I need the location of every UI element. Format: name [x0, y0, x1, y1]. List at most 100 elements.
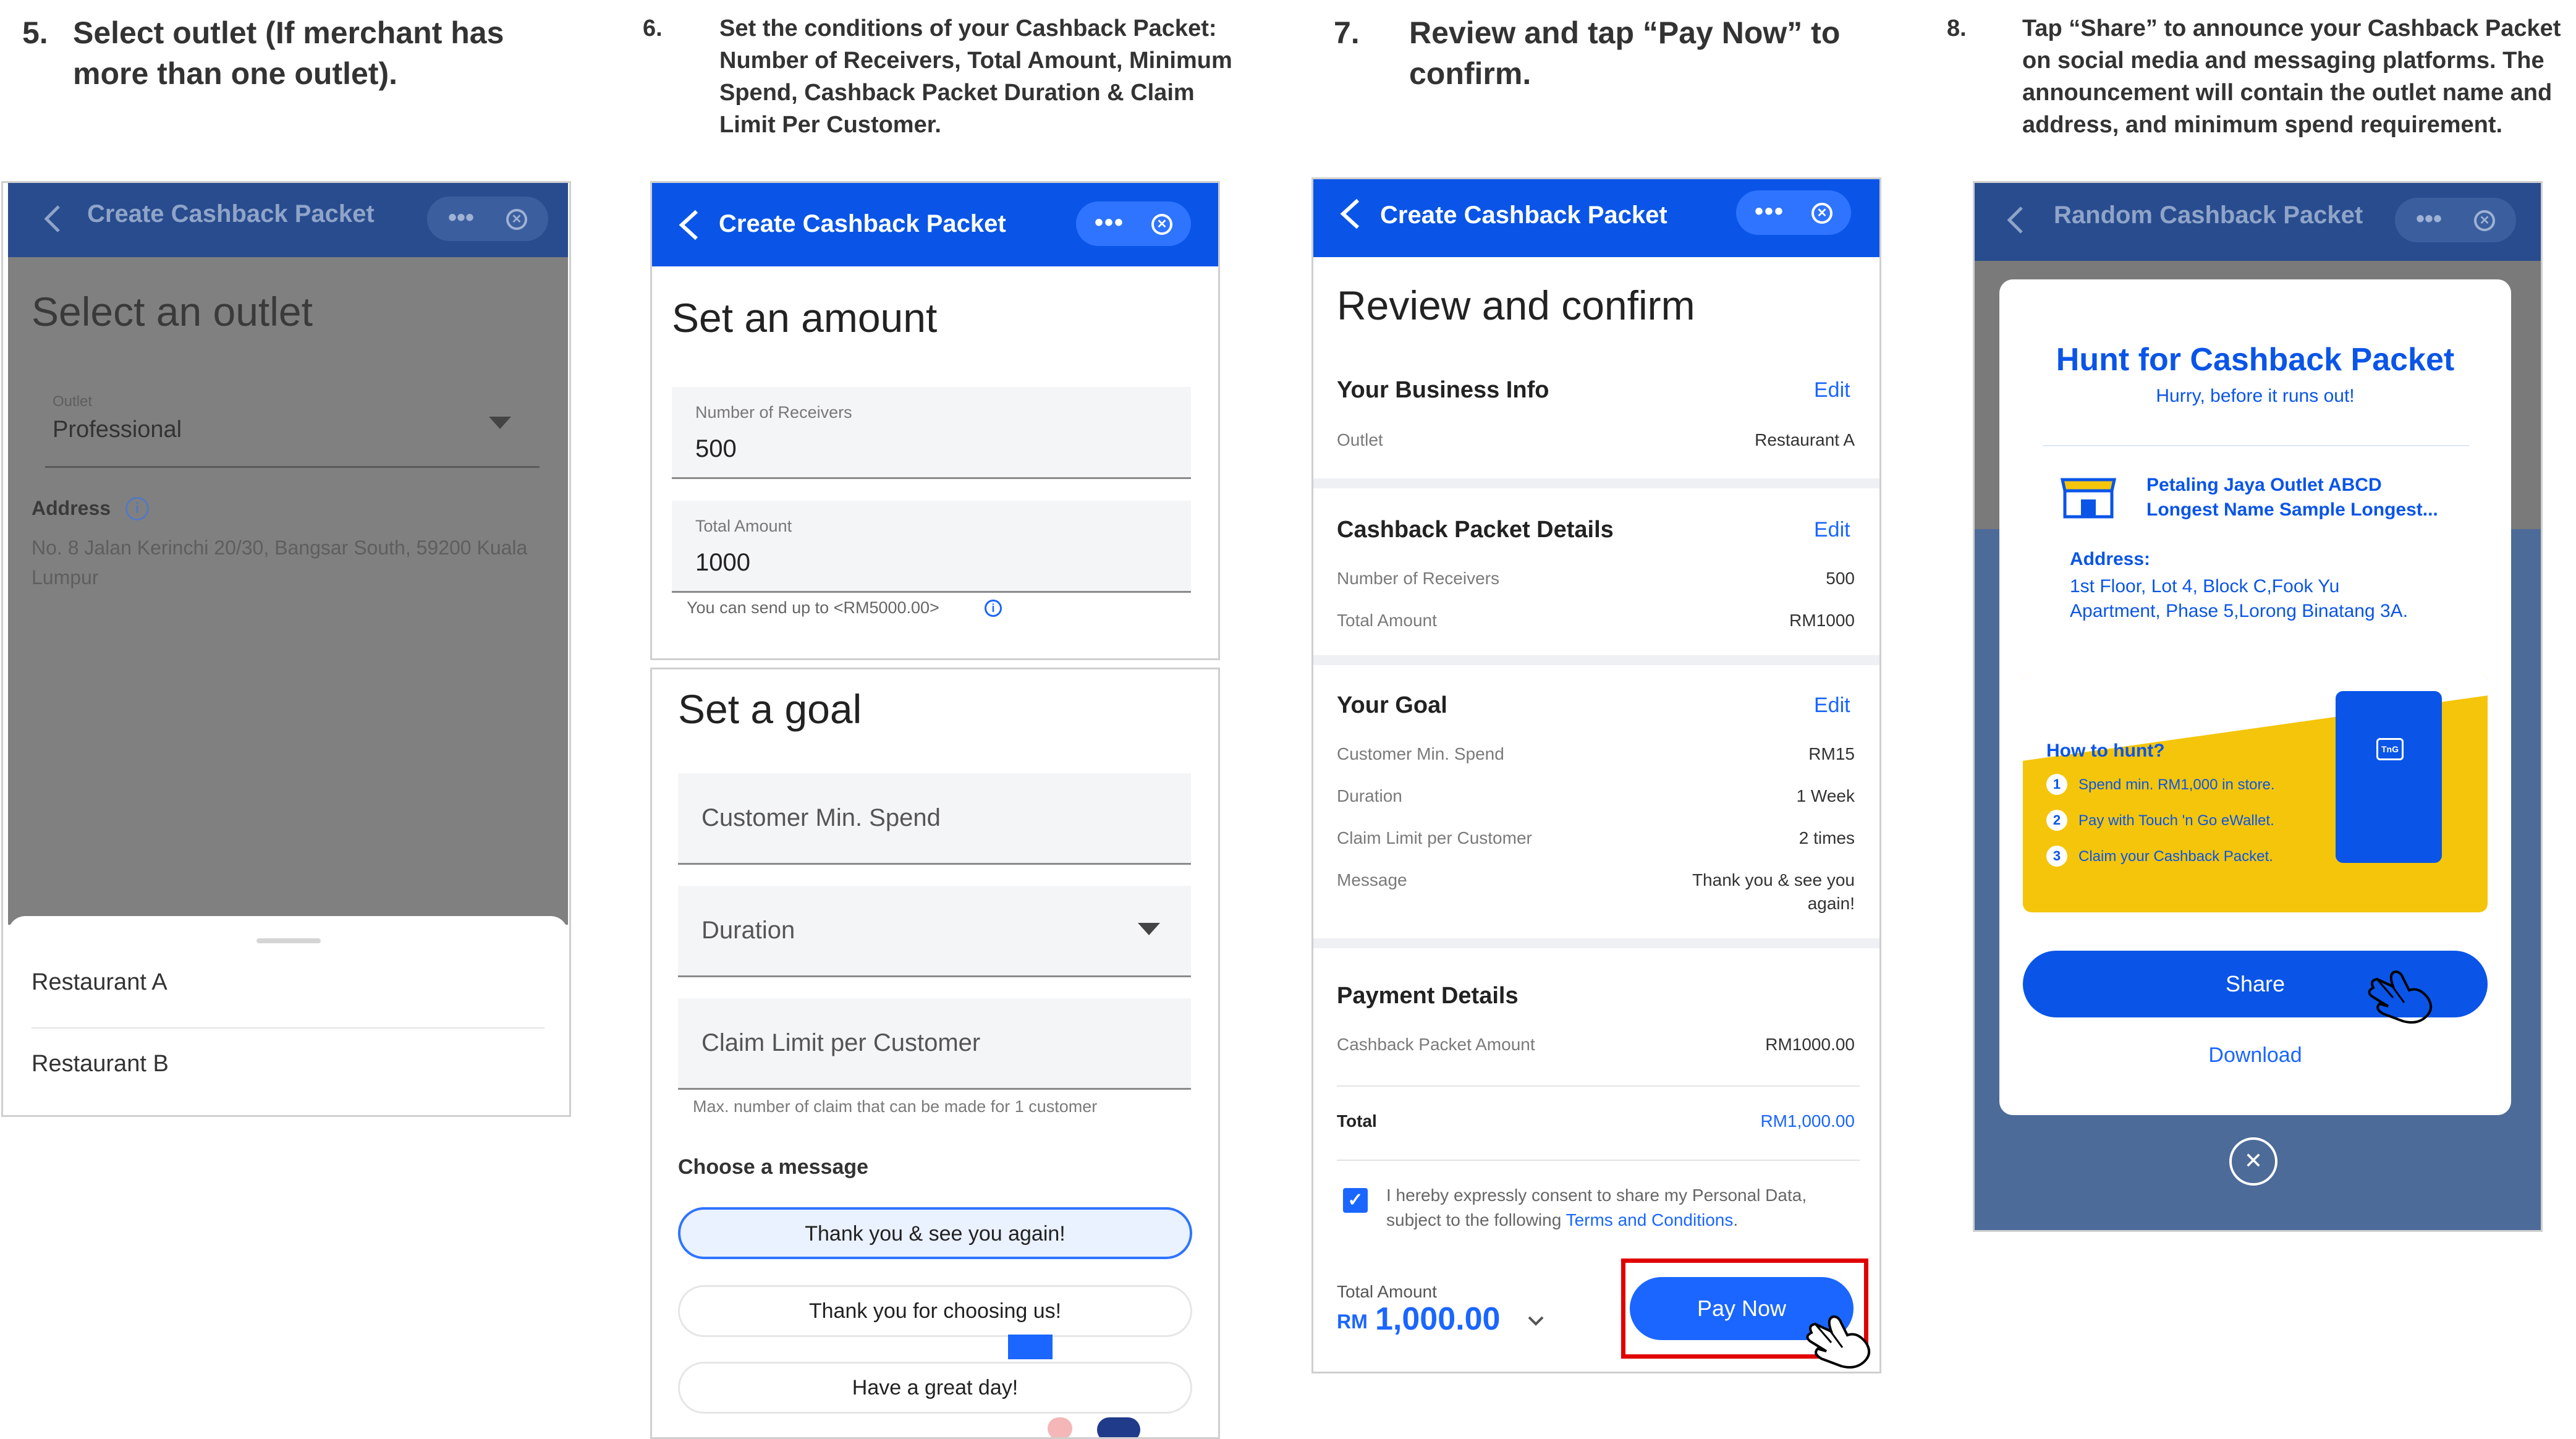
step-5-text: Select outlet (If merchant has more than… — [73, 15, 504, 91]
menu-pill[interactable]: ••• ✕ — [1736, 190, 1851, 235]
business-info-title: Your Business Info — [1337, 377, 1549, 403]
row-value: RM15 — [1808, 744, 1855, 763]
total-value[interactable]: 1000 — [695, 549, 750, 577]
row-divider — [1337, 1160, 1860, 1161]
outlet-option[interactable]: Restaurant B — [32, 1051, 169, 1077]
edit-details-link[interactable]: Edit — [1814, 518, 1850, 542]
info-icon[interactable]: i — [125, 497, 149, 520]
step-5-number: 5. — [22, 15, 48, 50]
row-value: again! — [1807, 894, 1855, 913]
screen-set-amount: Create Cashback Packet ••• ✕ Set an amou… — [650, 181, 1220, 660]
screen-share-packet: Random Cashback Packet ••• ✕ Hunt for Ca… — [1973, 181, 2543, 1232]
how-to-title: How to hunt? — [2046, 741, 2165, 761]
packet-logo: TnG — [2376, 738, 2404, 760]
row-label: Cashback Packet Amount — [1337, 1035, 1535, 1054]
address-line-1: 1st Floor, Lot 4, Block C,Fook Yu — [2070, 576, 2340, 596]
chevron-down-icon[interactable] — [1138, 923, 1160, 936]
how-to-panel: How to hunt? 1 Spend min. RM1,000 in sto… — [2023, 673, 2488, 912]
claim-limit-underline — [678, 1088, 1191, 1090]
close-icon[interactable]: ✕ — [1151, 214, 1172, 235]
message-option-selected[interactable]: Thank you & see you again! — [678, 1207, 1192, 1259]
app-bar: Create Cashback Packet ••• ✕ — [1313, 179, 1879, 257]
more-icon[interactable]: ••• — [1755, 199, 1784, 224]
row-value: RM1000.00 — [1765, 1035, 1855, 1054]
row-label: Customer Min. Spend — [1337, 744, 1504, 763]
outlet-option[interactable]: Restaurant A — [32, 969, 167, 996]
chevron-down-icon[interactable] — [489, 417, 511, 430]
message-option[interactable]: Thank you for choosing us! — [678, 1285, 1192, 1337]
consent-text: I hereby expressly consent to share my P… — [1386, 1183, 1868, 1233]
step-7-text: Review and tap “Pay Now” to confirm. — [1409, 15, 1841, 91]
outlet-name: Petaling Jaya Outlet ABCD — [2146, 475, 2382, 495]
sheet-handle[interactable] — [256, 938, 321, 943]
back-icon[interactable] — [677, 209, 700, 241]
section-title: Set a goal — [678, 686, 862, 732]
page-title: Review and confirm — [1337, 282, 1695, 328]
receivers-label: Number of Receivers — [695, 403, 852, 422]
min-spend-placeholder: Customer Min. Spend — [701, 804, 941, 831]
total-field[interactable] — [672, 501, 1191, 591]
step-6-number: 6. — [643, 15, 663, 41]
duration-underline — [678, 975, 1191, 977]
footer-amount: 1,000.00 — [1375, 1301, 1501, 1337]
edit-business-link[interactable]: Edit — [1814, 378, 1850, 402]
message-option[interactable]: Have a great day! — [678, 1362, 1192, 1414]
decorative-shape — [1008, 1335, 1053, 1359]
screen-review-confirm: Create Cashback Packet ••• ✕ Review and … — [1311, 177, 1881, 1373]
chevron-down-icon[interactable] — [1527, 1315, 1544, 1327]
decorative-shape — [1048, 1417, 1072, 1437]
section-divider — [1313, 655, 1879, 665]
close-icon[interactable]: ✕ — [1811, 203, 1832, 224]
row-value: RM1000 — [1789, 611, 1855, 630]
card-subtitle: Hurry, before it runs out! — [2156, 386, 2355, 406]
outlet-select[interactable]: Professional — [53, 417, 182, 443]
address-line-2: Apartment, Phase 5,Lorong Binatang 3A. — [2070, 601, 2409, 621]
app-bar: Create Cashback Packet ••• ✕ — [8, 183, 568, 257]
step-7-number: 7. — [1334, 15, 1360, 50]
row-label: Claim Limit per Customer — [1337, 828, 1532, 847]
row-label: Message — [1337, 870, 1407, 889]
download-link[interactable]: Download — [1999, 1043, 2511, 1068]
step-badge: 2 — [2046, 810, 2067, 831]
tap-hand-icon — [2368, 970, 2433, 1024]
how-step: Spend min. RM1,000 in store. — [2078, 776, 2275, 793]
step-badge: 3 — [2046, 846, 2067, 867]
share-modal: Hunt for Cashback Packet Hurry, before i… — [1999, 279, 2511, 1115]
more-icon[interactable]: ••• — [448, 204, 474, 232]
row-divider — [1337, 1085, 1860, 1087]
receivers-underline — [672, 477, 1191, 479]
option-divider — [32, 1027, 544, 1029]
more-icon[interactable]: ••• — [1095, 210, 1124, 235]
menu-pill[interactable]: ••• ✕ — [2395, 198, 2516, 242]
more-icon[interactable]: ••• — [2416, 205, 2442, 233]
terms-link[interactable]: Terms and Conditions — [1566, 1210, 1734, 1229]
footer-total-label: Total Amount — [1337, 1282, 1437, 1301]
menu-pill[interactable]: ••• ✕ — [1076, 202, 1191, 246]
footer-currency: RM — [1337, 1310, 1368, 1333]
step-8-text: Tap “Share” to announce your Cashback Pa… — [2022, 15, 2561, 138]
back-icon[interactable] — [43, 204, 61, 234]
how-step: Claim your Cashback Packet. — [2078, 848, 2273, 865]
page-title: Select an outlet — [32, 289, 313, 334]
step-6-text: Set the conditions of your Cashback Pack… — [719, 15, 1232, 138]
edit-goal-link[interactable]: Edit — [1814, 694, 1850, 718]
receivers-field[interactable] — [672, 387, 1191, 477]
back-icon[interactable] — [2006, 205, 2024, 235]
back-icon[interactable] — [1338, 198, 1362, 230]
close-modal-icon[interactable]: ✕ — [2229, 1137, 2277, 1186]
outlet-underline — [45, 466, 540, 468]
app-title: Create Cashback Packet — [1380, 202, 1667, 229]
info-icon[interactable]: i — [985, 600, 1002, 617]
row-label: Number of Receivers — [1337, 569, 1499, 588]
receivers-value[interactable]: 500 — [695, 435, 737, 463]
payment-details-title: Payment Details — [1337, 983, 1519, 1009]
card-divider — [2043, 445, 2469, 446]
close-icon[interactable]: ✕ — [506, 209, 527, 230]
row-value: 500 — [1826, 569, 1855, 588]
outlet-bottom-sheet: Restaurant A Restaurant B — [8, 916, 568, 1115]
app-title: Create Cashback Packet — [719, 210, 1006, 237]
close-icon[interactable]: ✕ — [2474, 210, 2495, 231]
menu-pill[interactable]: ••• ✕ — [427, 197, 548, 241]
consent-checkbox[interactable]: ✓ — [1343, 1188, 1368, 1213]
address-label: Address — [32, 497, 111, 519]
